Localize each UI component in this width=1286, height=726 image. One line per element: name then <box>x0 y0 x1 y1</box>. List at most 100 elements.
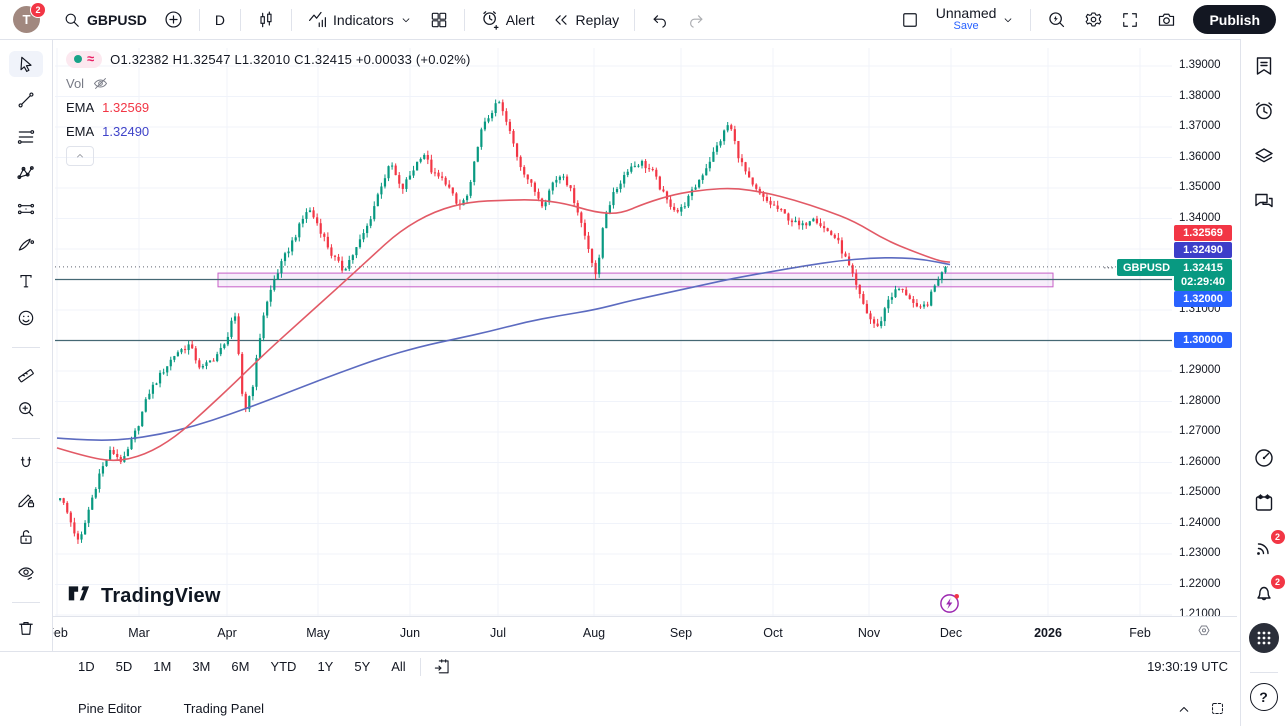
save-layout-link[interactable]: Save <box>954 20 979 33</box>
tab-pine-editor[interactable]: Pine Editor <box>78 701 142 716</box>
layout-square-icon <box>900 10 920 30</box>
forecast-tool-button[interactable] <box>9 196 43 222</box>
screenshot-button[interactable] <box>1148 4 1185 36</box>
layers-icon <box>1252 144 1276 168</box>
range-button-3M[interactable]: 3M <box>186 656 216 677</box>
interval-label: D <box>215 12 225 28</box>
layout-name-button[interactable]: Unnamed Save <box>928 4 1024 36</box>
brush-tool-button[interactable] <box>9 232 43 258</box>
clock-utc[interactable]: 19:30:19 UTC <box>1147 659 1228 674</box>
text-tool-button[interactable] <box>9 268 43 294</box>
indicators-button[interactable]: Indicators <box>299 4 421 36</box>
price-tick: 1.26000 <box>1179 456 1221 468</box>
legend-collapse-button[interactable] <box>66 146 94 166</box>
chart-style-button[interactable] <box>248 4 284 36</box>
redo-button[interactable] <box>678 4 714 36</box>
zoom-in-tool-button[interactable] <box>9 396 43 422</box>
restore-panel-icon[interactable] <box>1209 700 1226 717</box>
symbol-price-tag: GBPUSD <box>1117 259 1176 276</box>
range-button-6M[interactable]: 6M <box>225 656 255 677</box>
emoji-tool-button[interactable] <box>9 305 43 331</box>
range-button-1D[interactable]: 1D <box>72 656 101 677</box>
alert-label: Alert <box>506 12 535 28</box>
measure-tool-button[interactable] <box>9 360 43 386</box>
publish-button[interactable]: Publish <box>1193 5 1276 34</box>
alert-button[interactable]: Alert <box>472 4 543 36</box>
fib-lines-icon <box>16 127 36 147</box>
time-tick: Sep <box>670 626 692 640</box>
hide-drawings-button[interactable] <box>9 560 43 586</box>
object-tree-button[interactable] <box>1248 141 1280 171</box>
trend-line-tool-button[interactable] <box>9 87 43 113</box>
replay-label: Replay <box>576 12 620 28</box>
ema-slow-value: 1.32490 <box>102 124 149 139</box>
range-button-YTD[interactable]: YTD <box>264 656 302 677</box>
symbol-name: GBPUSD <box>87 12 147 28</box>
eye-off-icon[interactable] <box>92 75 109 92</box>
apps-menu-button[interactable] <box>1248 623 1280 653</box>
replay-button[interactable]: Replay <box>543 4 628 36</box>
remove-drawings-button[interactable] <box>9 615 43 641</box>
symbol-search-button[interactable]: GBPUSD <box>54 4 155 36</box>
price-tick: 1.39000 <box>1179 59 1221 71</box>
chat-button[interactable] <box>1248 186 1280 216</box>
time-tick: Jun <box>400 626 420 640</box>
tab-trading-panel[interactable]: Trading Panel <box>184 701 264 716</box>
drawing-mode-tool-button[interactable] <box>9 487 43 513</box>
quick-search-button[interactable] <box>1038 4 1075 36</box>
text-icon <box>16 271 36 291</box>
watchlist-icon <box>1252 54 1276 78</box>
screener-button[interactable] <box>1248 443 1280 473</box>
range-button-5Y[interactable]: 5Y <box>348 656 376 677</box>
pattern-tool-button[interactable] <box>9 160 43 186</box>
ema-fast-label[interactable]: EMA <box>66 100 94 115</box>
market-status-pill[interactable]: ≈ <box>66 51 102 68</box>
go-to-date-icon <box>433 657 452 676</box>
expand-panel-chevron-icon[interactable] <box>1175 700 1193 718</box>
undo-button[interactable] <box>642 4 678 36</box>
ema-fast-value: 1.32569 <box>102 100 149 115</box>
calendar-button[interactable] <box>1248 488 1280 518</box>
price-tick: 1.38000 <box>1179 90 1221 102</box>
streams-button[interactable]: 2 <box>1248 533 1280 563</box>
ohlc-values[interactable]: O1.32382 H1.32547 L1.32010 C1.32415 +0.0… <box>110 52 470 67</box>
price-line-more-glyph[interactable]: ⋯ <box>1103 261 1114 274</box>
toolbar-separator <box>199 9 200 31</box>
axis-settings-button[interactable] <box>1196 623 1212 639</box>
ema-slow-label[interactable]: EMA <box>66 124 94 139</box>
toolbar-separator <box>634 9 635 31</box>
fib-retracement-tool-button[interactable] <box>9 123 43 149</box>
volume-indicator-label[interactable]: Vol <box>66 76 84 91</box>
events-flash-button[interactable] <box>938 592 961 615</box>
settings-button[interactable] <box>1075 4 1112 36</box>
range-button-1Y[interactable]: 1Y <box>311 656 339 677</box>
level-price-label-132: 1.32000 <box>1174 291 1232 307</box>
range-button-All[interactable]: All <box>385 656 411 677</box>
time-tick: Mar <box>128 626 150 640</box>
layout-select-button[interactable] <box>892 4 928 36</box>
range-button-1M[interactable]: 1M <box>147 656 177 677</box>
notifications-badge: 2 <box>1270 574 1286 590</box>
help-button[interactable]: ? <box>1250 683 1278 711</box>
notifications-button[interactable]: 2 <box>1248 578 1280 608</box>
time-tick: 2026 <box>1034 626 1062 640</box>
interval-button[interactable]: D <box>207 4 233 36</box>
go-to-date-button[interactable] <box>429 651 456 683</box>
alerts-panel-button[interactable] <box>1248 96 1280 126</box>
last-price-countdown-label: 1.32415 02:29:40 <box>1174 259 1232 291</box>
user-avatar[interactable]: T 2 <box>13 6 40 33</box>
time-axis[interactable]: FebMarAprMayJunJulAugSepOctNovDec2026Feb <box>53 616 1237 652</box>
compare-add-symbol-button[interactable] <box>155 4 192 36</box>
indicator-templates-button[interactable] <box>421 4 457 36</box>
toolbar-separator <box>464 9 465 31</box>
range-button-5D[interactable]: 5D <box>110 656 139 677</box>
alert-clock-icon <box>480 9 501 30</box>
fullscreen-button[interactable] <box>1112 4 1148 36</box>
lock-drawings-button[interactable] <box>9 524 43 550</box>
cursor-tool-button[interactable] <box>9 51 43 77</box>
last-price: 1.32415 <box>1183 261 1223 275</box>
magnet-tool-button[interactable] <box>9 451 43 477</box>
price-tick: 1.36000 <box>1179 151 1221 163</box>
trend-line-icon <box>16 90 36 110</box>
watchlist-button[interactable] <box>1248 51 1280 81</box>
